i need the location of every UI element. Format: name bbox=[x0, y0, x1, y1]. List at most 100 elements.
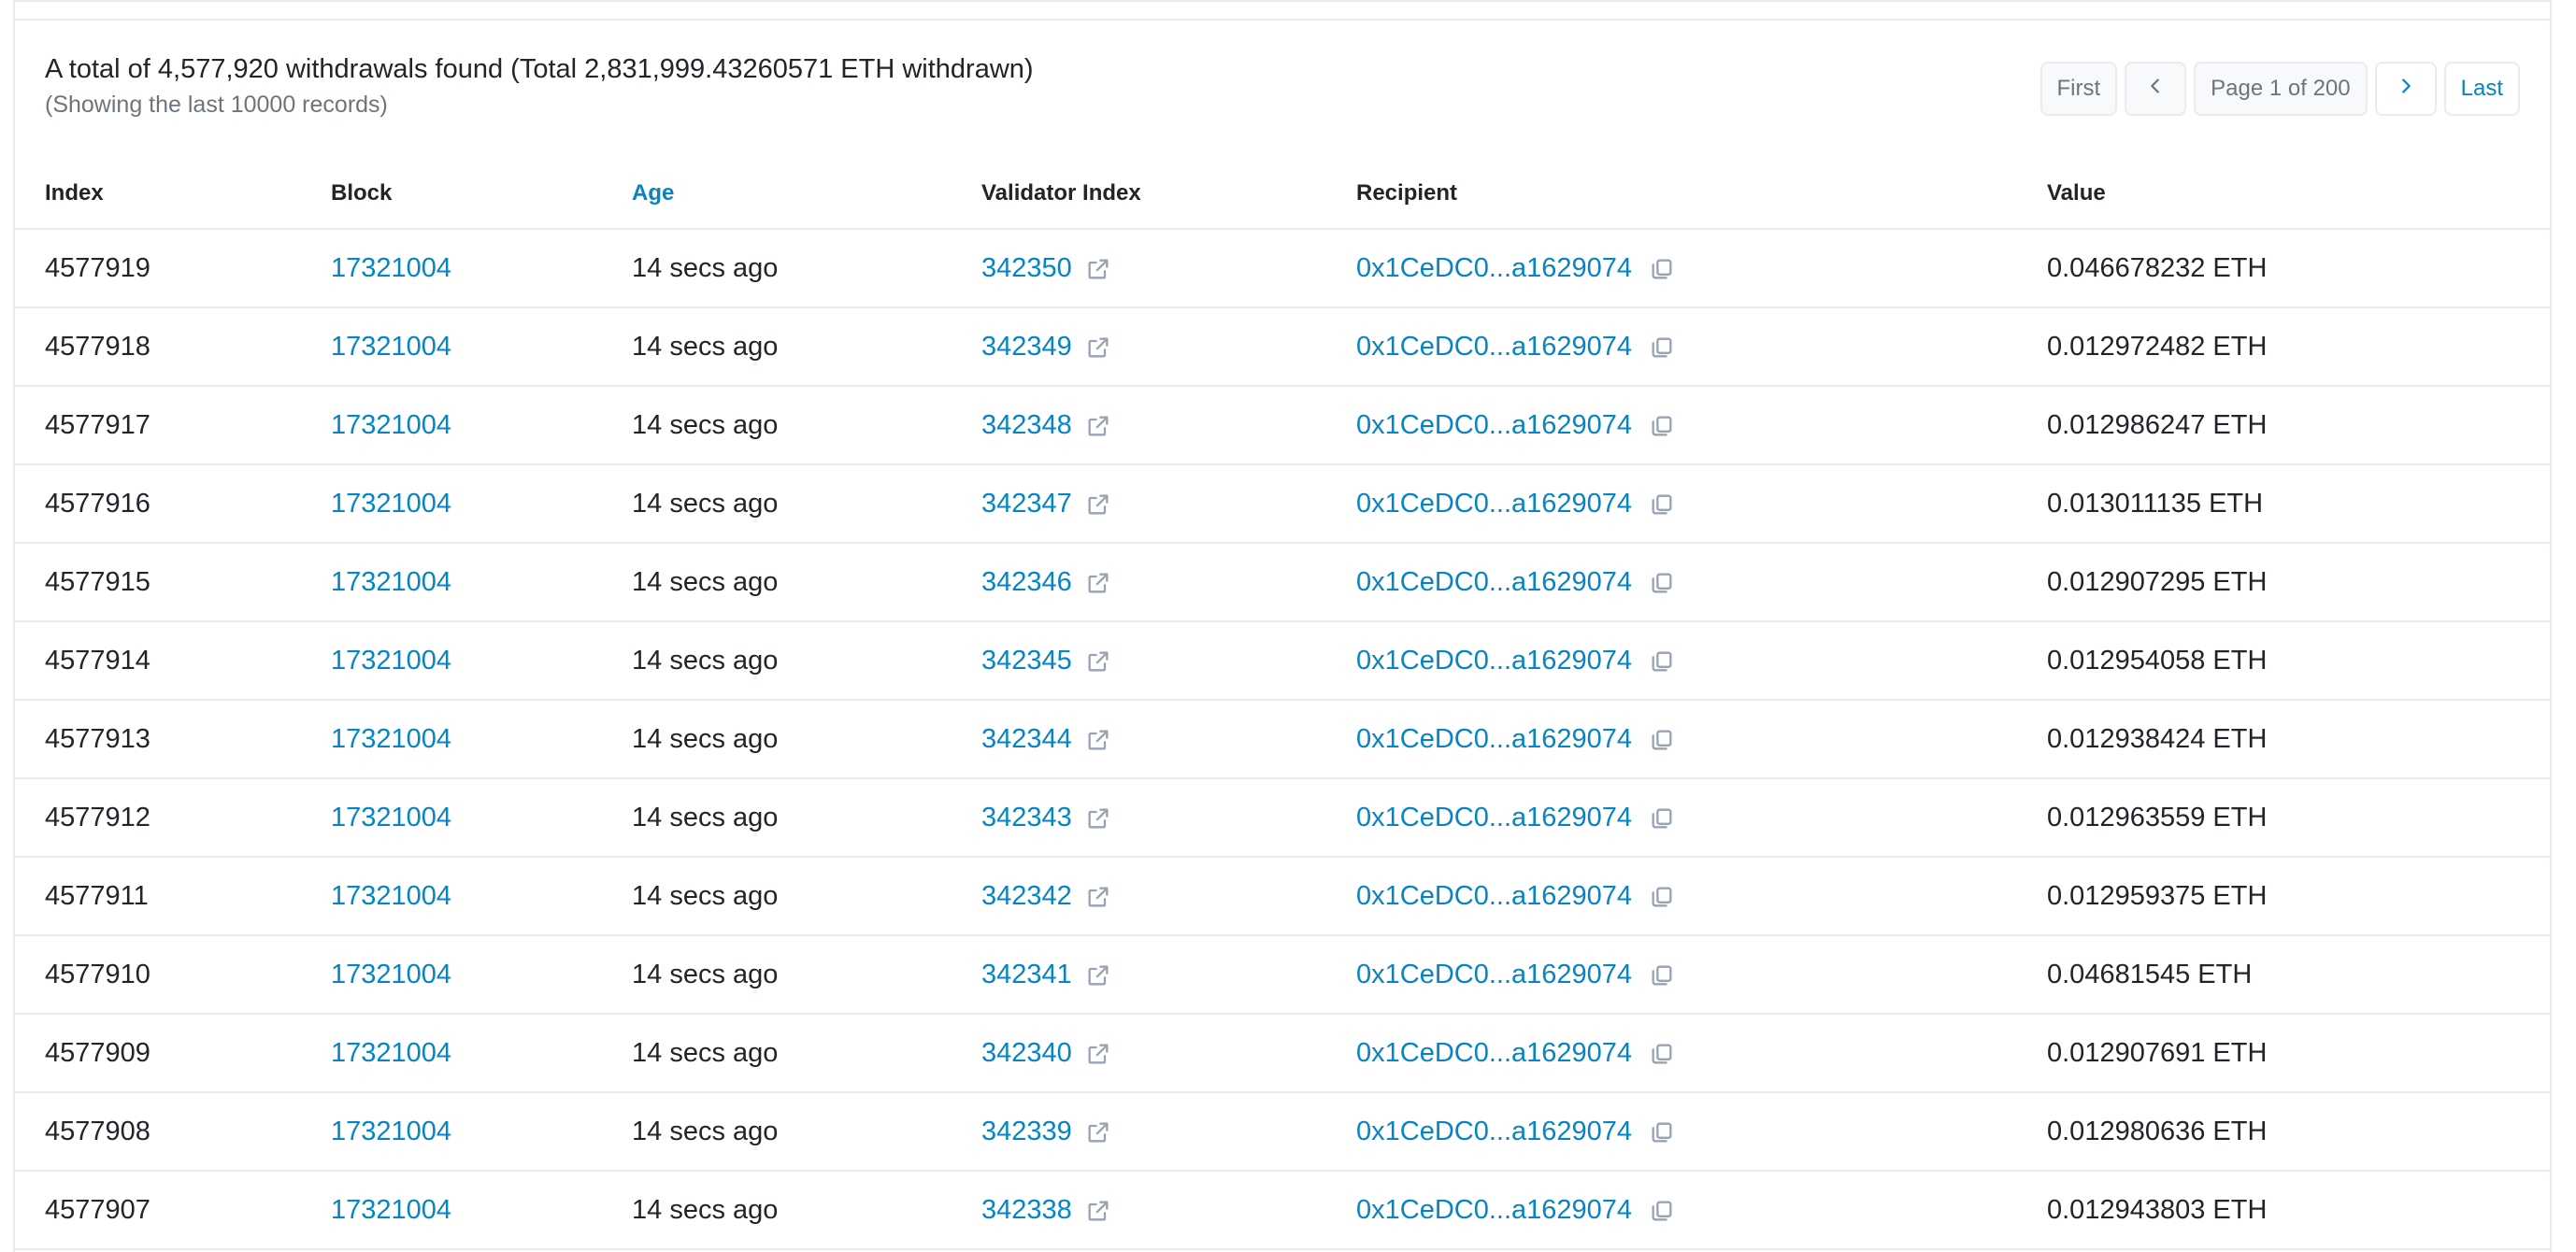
validator-index-link[interactable]: 342346 bbox=[981, 567, 1072, 597]
block-link[interactable]: 17321004 bbox=[331, 410, 451, 440]
recipient-address-link[interactable]: 0x1CeDC0...a1629074 bbox=[1356, 253, 1632, 283]
copy-icon[interactable] bbox=[1649, 1041, 1675, 1067]
row-value: 0.012938424 ETH bbox=[2047, 700, 2550, 779]
block-link[interactable]: 17321004 bbox=[331, 1117, 451, 1146]
row-age: 14 secs ago bbox=[632, 778, 981, 858]
validator-index-link[interactable]: 342341 bbox=[981, 960, 1072, 989]
withdrawals-card: A total of 4,577,920 withdrawals found (… bbox=[13, 0, 2552, 1252]
recipient-address-link[interactable]: 0x1CeDC0...a1629074 bbox=[1356, 489, 1632, 519]
copy-icon[interactable] bbox=[1649, 805, 1675, 832]
copy-icon[interactable] bbox=[1649, 413, 1675, 439]
recipient-cell: 0x1CeDC0...a1629074 bbox=[1356, 307, 2047, 387]
recipient-address-link[interactable]: 0x1CeDC0...a1629074 bbox=[1356, 410, 1632, 440]
row-age: 14 secs ago bbox=[632, 1092, 981, 1172]
copy-icon[interactable] bbox=[1649, 491, 1675, 518]
external-link-icon[interactable] bbox=[1085, 648, 1111, 675]
row-value: 0.012980636 ETH bbox=[2047, 1092, 2550, 1172]
validator-cell: 342350 bbox=[981, 229, 1356, 308]
chevron-right-icon bbox=[2396, 76, 2416, 103]
recipient-address-link[interactable]: 0x1CeDC0...a1629074 bbox=[1356, 646, 1632, 676]
row-value: 0.013011135 ETH bbox=[2047, 464, 2550, 544]
copy-icon[interactable] bbox=[1649, 570, 1675, 596]
external-link-icon[interactable] bbox=[1085, 805, 1111, 832]
validator-index-link[interactable]: 342343 bbox=[981, 803, 1072, 832]
recipient-address-link[interactable]: 0x1CeDC0...a1629074 bbox=[1356, 960, 1632, 989]
validator-index-link[interactable]: 342342 bbox=[981, 881, 1072, 911]
recipient-address-link[interactable]: 0x1CeDC0...a1629074 bbox=[1356, 724, 1632, 754]
page-info: Page 1 of 200 bbox=[2194, 62, 2368, 116]
external-link-icon[interactable] bbox=[1085, 884, 1111, 910]
validator-cell: 342339 bbox=[981, 1092, 1356, 1172]
block-link[interactable]: 17321004 bbox=[331, 960, 451, 989]
recipient-cell: 0x1CeDC0...a1629074 bbox=[1356, 386, 2047, 465]
validator-index-link[interactable]: 342340 bbox=[981, 1038, 1072, 1068]
recipient-address-link[interactable]: 0x1CeDC0...a1629074 bbox=[1356, 567, 1632, 597]
block-link[interactable]: 17321004 bbox=[331, 803, 451, 832]
copy-icon[interactable] bbox=[1649, 1198, 1675, 1224]
validator-index-link[interactable]: 342350 bbox=[981, 253, 1072, 283]
recipient-address-link[interactable]: 0x1CeDC0...a1629074 bbox=[1356, 1117, 1632, 1146]
recipient-address-link[interactable]: 0x1CeDC0...a1629074 bbox=[1356, 803, 1632, 832]
table-row: 4577913 17321004 14 secs ago 342344 0x1CeDC0… bbox=[15, 700, 2550, 779]
first-page-button[interactable]: First bbox=[2039, 62, 2118, 116]
validator-index-link[interactable]: 342347 bbox=[981, 489, 1072, 519]
external-link-icon[interactable] bbox=[1085, 256, 1111, 282]
row-value: 0.012986247 ETH bbox=[2047, 386, 2550, 465]
external-link-icon[interactable] bbox=[1085, 570, 1111, 596]
total-withdrawals-text: A total of 4,577,920 withdrawals found (… bbox=[45, 54, 1034, 84]
row-age: 14 secs ago bbox=[632, 464, 981, 544]
last-page-button[interactable]: Last bbox=[2443, 62, 2520, 116]
copy-icon[interactable] bbox=[1649, 1119, 1675, 1145]
validator-index-link[interactable]: 342348 bbox=[981, 410, 1072, 440]
block-cell: 17321004 bbox=[331, 229, 632, 308]
row-index: 4577912 bbox=[15, 778, 331, 858]
copy-icon[interactable] bbox=[1649, 727, 1675, 753]
validator-index-link[interactable]: 342339 bbox=[981, 1117, 1072, 1146]
recipient-address-link[interactable]: 0x1CeDC0...a1629074 bbox=[1356, 332, 1632, 362]
recipient-address-link[interactable]: 0x1CeDC0...a1629074 bbox=[1356, 1038, 1632, 1068]
block-link[interactable]: 17321004 bbox=[331, 489, 451, 519]
block-link[interactable]: 17321004 bbox=[331, 567, 451, 597]
external-link-icon[interactable] bbox=[1085, 1041, 1111, 1067]
table-row: 4577916 17321004 14 secs ago 342347 0x1CeDC0… bbox=[15, 464, 2550, 544]
recipient-address-link[interactable]: 0x1CeDC0...a1629074 bbox=[1356, 1195, 1632, 1225]
external-link-icon[interactable] bbox=[1085, 1198, 1111, 1224]
row-value: 0.04681545 ETH bbox=[2047, 935, 2550, 1015]
copy-icon[interactable] bbox=[1649, 884, 1675, 910]
validator-index-link[interactable]: 342344 bbox=[981, 724, 1072, 754]
row-value: 0.012943803 ETH bbox=[2047, 1171, 2550, 1250]
copy-icon[interactable] bbox=[1649, 256, 1675, 282]
external-link-icon[interactable] bbox=[1085, 334, 1111, 361]
header-age[interactable]: Age bbox=[632, 159, 981, 230]
recipient-cell: 0x1CeDC0...a1629074 bbox=[1356, 700, 2047, 779]
previous-page-button[interactable] bbox=[2125, 62, 2187, 116]
block-link[interactable]: 17321004 bbox=[331, 332, 451, 362]
block-link[interactable]: 17321004 bbox=[331, 646, 451, 676]
row-age: 14 secs ago bbox=[632, 935, 981, 1015]
validator-cell: 342338 bbox=[981, 1171, 1356, 1250]
copy-icon[interactable] bbox=[1649, 962, 1675, 989]
external-link-icon[interactable] bbox=[1085, 413, 1111, 439]
validator-index-link[interactable]: 342349 bbox=[981, 332, 1072, 362]
recipient-address-link[interactable]: 0x1CeDC0...a1629074 bbox=[1356, 881, 1632, 911]
row-value: 0.012907295 ETH bbox=[2047, 543, 2550, 622]
block-link[interactable]: 17321004 bbox=[331, 881, 451, 911]
block-cell: 17321004 bbox=[331, 700, 632, 779]
next-page-button[interactable] bbox=[2374, 62, 2437, 116]
validator-cell: 342344 bbox=[981, 700, 1356, 779]
validator-index-link[interactable]: 342338 bbox=[981, 1195, 1072, 1225]
row-index: 4577909 bbox=[15, 1014, 331, 1093]
block-link[interactable]: 17321004 bbox=[331, 724, 451, 754]
row-value: 0.046678232 ETH bbox=[2047, 229, 2550, 308]
block-link[interactable]: 17321004 bbox=[331, 253, 451, 283]
external-link-icon[interactable] bbox=[1085, 491, 1111, 518]
validator-index-link[interactable]: 342345 bbox=[981, 646, 1072, 676]
copy-icon[interactable] bbox=[1649, 334, 1675, 361]
external-link-icon[interactable] bbox=[1085, 962, 1111, 989]
chevron-left-icon bbox=[2145, 76, 2166, 103]
block-link[interactable]: 17321004 bbox=[331, 1195, 451, 1225]
copy-icon[interactable] bbox=[1649, 648, 1675, 675]
external-link-icon[interactable] bbox=[1085, 1119, 1111, 1145]
block-link[interactable]: 17321004 bbox=[331, 1038, 451, 1068]
external-link-icon[interactable] bbox=[1085, 727, 1111, 753]
